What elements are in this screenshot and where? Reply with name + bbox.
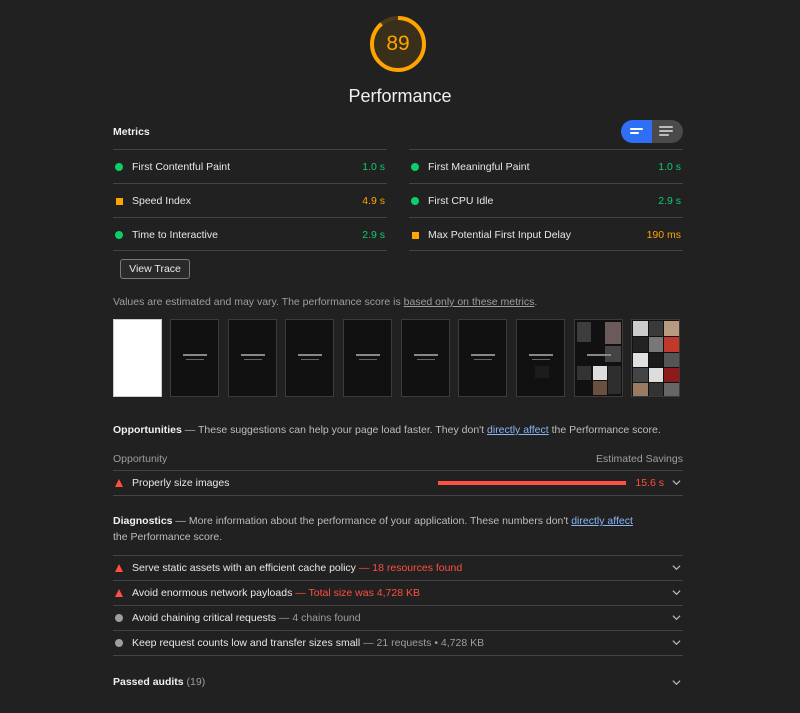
metric-name: First Contentful Paint: [132, 161, 231, 173]
diagnostic-title: Avoid chaining critical requests — 4 cha…: [132, 612, 361, 624]
diagnostic-row-cache-policy[interactable]: Serve static assets with an efficient ca…: [113, 555, 683, 581]
diagnostics-desc-end: the Performance score.: [113, 531, 223, 543]
pass-indicator-icon: [411, 163, 419, 171]
savings-col-label: Estimated Savings: [596, 453, 683, 465]
diagnostics-title: Diagnostics: [113, 515, 173, 527]
fail-triangle-icon: [115, 479, 123, 487]
diagnostic-row-request-counts[interactable]: Keep request counts low and transfer siz…: [113, 631, 683, 656]
opportunity-row-properly-size-images[interactable]: Properly size images 15.6 s: [113, 471, 683, 496]
directly-affect-link[interactable]: directly affect: [571, 515, 633, 527]
filmstrip-frame: [631, 319, 680, 397]
average-indicator-icon: [412, 232, 419, 239]
chevron-down-icon[interactable]: [672, 478, 681, 487]
separator-dash: —: [172, 515, 189, 527]
metric-name: First CPU Idle: [428, 195, 494, 207]
metrics-header: Metrics: [113, 120, 683, 148]
diagnostic-title: Keep request counts low and transfer siz…: [132, 637, 485, 649]
filmstrip: [113, 319, 683, 397]
diagnostic-row-critical-requests[interactable]: Avoid chaining critical requests — 4 cha…: [113, 606, 683, 631]
filmstrip-frame: [343, 319, 392, 397]
metric-name: First Meaningful Paint: [428, 161, 530, 173]
expanded-view-icon[interactable]: [652, 120, 683, 143]
passed-audits-row[interactable]: Passed audits (19): [113, 670, 683, 694]
savings-bar: [438, 481, 626, 485]
metrics-column-left: First Contentful Paint 1.0 s Speed Index…: [113, 149, 387, 251]
filmstrip-frame: [170, 319, 219, 397]
chevron-down-icon[interactable]: [672, 678, 681, 687]
metrics-title: Metrics: [113, 126, 150, 138]
filmstrip-frame: [401, 319, 450, 397]
opportunity-title: Properly size images: [132, 477, 230, 489]
filmstrip-frame: [458, 319, 507, 397]
metric-first-meaningful-paint: First Meaningful Paint 1.0 s: [409, 149, 683, 183]
diagnostics-header: Diagnostics — More information about the…: [113, 513, 683, 545]
info-circle-icon: [115, 614, 123, 622]
passed-audits-title: Passed audits (19): [113, 676, 206, 688]
pass-indicator-icon: [115, 231, 123, 239]
chevron-down-icon[interactable]: [672, 638, 681, 647]
filmstrip-frame: [574, 319, 623, 397]
note-text: Values are estimated and may vary. The p…: [113, 296, 404, 308]
savings-value: 15.6 s: [635, 477, 664, 489]
filmstrip-frame: [113, 319, 162, 397]
metric-first-contentful-paint: First Contentful Paint 1.0 s: [113, 149, 387, 183]
metric-speed-index: Speed Index 4.9 s: [113, 183, 387, 217]
compact-view-icon[interactable]: [621, 120, 652, 143]
metrics-view-toggle[interactable]: [621, 120, 683, 143]
info-circle-icon: [115, 639, 123, 647]
opportunities-title: Opportunities: [113, 424, 182, 436]
diagnostic-row-network-payloads[interactable]: Avoid enormous network payloads — Total …: [113, 581, 683, 606]
directly-affect-link[interactable]: directly affect: [487, 424, 549, 436]
metric-name: Speed Index: [132, 195, 191, 207]
diagnostic-title: Avoid enormous network payloads — Total …: [132, 587, 420, 599]
metric-name: Time to Interactive: [132, 229, 218, 241]
fail-triangle-icon: [115, 589, 123, 597]
diagnostic-title: Serve static assets with an efficient ca…: [132, 562, 463, 574]
chevron-down-icon[interactable]: [672, 613, 681, 622]
pass-indicator-icon: [411, 197, 419, 205]
metric-time-to-interactive: Time to Interactive 2.9 s: [113, 217, 387, 251]
metric-first-cpu-idle: First CPU Idle 2.9 s: [409, 183, 683, 217]
filmstrip-frame: [285, 319, 334, 397]
view-trace-button[interactable]: View Trace: [120, 259, 190, 279]
diagnostics-desc: More information about the performance o…: [188, 515, 572, 527]
opportunities-desc: These suggestions can help your page loa…: [198, 424, 488, 436]
metric-value: 190 ms: [646, 229, 681, 241]
filmstrip-frame: [516, 319, 565, 397]
chevron-down-icon[interactable]: [672, 588, 681, 597]
opportunity-column-header: Opportunity Estimated Savings: [113, 451, 683, 471]
chevron-down-icon[interactable]: [672, 563, 681, 572]
metric-name: Max Potential First Input Delay: [428, 229, 571, 241]
metrics-column-right: First Meaningful Paint 1.0 s First CPU I…: [409, 149, 683, 251]
opportunity-col-label: Opportunity: [113, 453, 168, 465]
fail-triangle-icon: [115, 564, 123, 572]
gauge-label: Performance: [348, 86, 452, 106]
gauge-score: 89: [386, 32, 410, 55]
performance-gauge: 89: [368, 14, 428, 74]
metrics-link[interactable]: based only on these metrics: [404, 296, 535, 308]
average-indicator-icon: [116, 198, 123, 205]
opportunities-desc-end: the Performance score.: [548, 424, 661, 436]
metric-value: 1.0 s: [362, 161, 385, 173]
metric-value: 4.9 s: [362, 195, 385, 207]
estimate-note: Values are estimated and may vary. The p…: [113, 296, 537, 308]
separator-dash: —: [181, 424, 198, 436]
metric-value: 1.0 s: [658, 161, 681, 173]
filmstrip-frame: [228, 319, 277, 397]
metric-value: 2.9 s: [362, 229, 385, 241]
metric-max-potential-fid: Max Potential First Input Delay 190 ms: [409, 217, 683, 251]
metric-value: 2.9 s: [658, 195, 681, 207]
pass-indicator-icon: [115, 163, 123, 171]
note-end: .: [534, 296, 538, 308]
opportunities-header: Opportunities — These suggestions can he…: [113, 422, 661, 438]
